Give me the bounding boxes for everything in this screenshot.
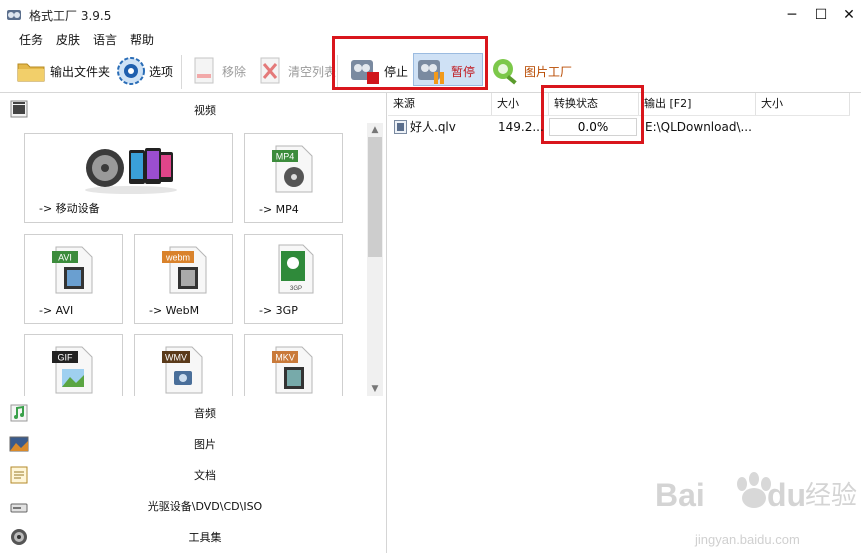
avi-badge: AVI bbox=[58, 253, 72, 263]
category-video-label: 视频 bbox=[194, 104, 216, 117]
wmv-file-icon: WMV bbox=[162, 346, 203, 394]
tile-3gp[interactable]: 3GP -> 3GP bbox=[244, 234, 343, 324]
mp4-file-icon: MP4 bbox=[272, 145, 313, 193]
3gp-badge: 3GP bbox=[290, 286, 302, 292]
category-tools[interactable]: 工具集 bbox=[0, 521, 386, 551]
tile-gif[interactable]: GIF bbox=[24, 334, 123, 396]
mobile-devices-icon bbox=[85, 148, 177, 194]
app-logo-icon bbox=[6, 7, 22, 23]
picture-factory-button[interactable] bbox=[490, 57, 520, 85]
wmv-badge: WMV bbox=[165, 353, 187, 363]
category-document-label: 文档 bbox=[194, 469, 216, 482]
column-output[interactable]: 输出 [F2] bbox=[639, 93, 756, 115]
tile-avi-label: -> AVI bbox=[39, 304, 74, 317]
stop-label[interactable]: 停止 bbox=[384, 63, 408, 80]
remove-document-icon bbox=[194, 57, 214, 84]
output-folder-label[interactable]: 输出文件夹 bbox=[50, 63, 110, 80]
baidu-watermark: Bai du 经验 jingyan.baidu.com bbox=[655, 458, 860, 548]
category-image-label: 图片 bbox=[194, 438, 216, 451]
webm-file-icon: webm bbox=[162, 246, 207, 294]
scroll-thumb[interactable] bbox=[368, 137, 382, 257]
options-button[interactable] bbox=[116, 56, 146, 86]
scroll-up-icon[interactable]: ▲ bbox=[367, 123, 383, 137]
column-source[interactable]: 来源 bbox=[388, 93, 492, 115]
tile-webm-label: -> WebM bbox=[149, 304, 200, 317]
tile-avi[interactable]: AVI -> AVI bbox=[24, 234, 123, 324]
options-gear-icon bbox=[117, 57, 145, 85]
menu-skin[interactable]: 皮肤 bbox=[56, 31, 80, 48]
svg-text:经验: 经验 bbox=[805, 481, 857, 511]
maximize-icon[interactable]: ☐ bbox=[806, 0, 836, 30]
picture-factory-icon bbox=[493, 59, 517, 85]
category-optical[interactable]: 光驱设备\DVD\CD\ISO bbox=[0, 490, 386, 520]
close-icon[interactable]: ✕ bbox=[834, 0, 861, 30]
format-grid: -> 移动设备 MP4 -> MP4 AVI -> AVI webm -> We… bbox=[0, 123, 367, 396]
gif-file-icon: GIF bbox=[52, 346, 93, 394]
folder-icon bbox=[17, 63, 45, 82]
tile-3gp-label: -> 3GP bbox=[259, 304, 298, 317]
clear-list-label[interactable]: 清空列表 bbox=[288, 63, 336, 80]
task-source: 好人.qlv bbox=[410, 120, 456, 134]
column-output-size[interactable]: 大小 bbox=[756, 93, 850, 115]
stop-button[interactable] bbox=[349, 54, 381, 86]
options-label[interactable]: 选项 bbox=[149, 63, 173, 80]
gif-badge: GIF bbox=[58, 353, 74, 363]
svg-text:du: du bbox=[767, 477, 806, 513]
tile-mkv[interactable]: MKV bbox=[244, 334, 343, 396]
pause-label[interactable]: 暂停 bbox=[451, 63, 475, 80]
window-title: 格式工厂 3.9.5 bbox=[29, 9, 112, 23]
clear-list-icon bbox=[260, 57, 280, 84]
tile-wmv[interactable]: WMV bbox=[134, 334, 233, 396]
category-audio-label: 音频 bbox=[194, 407, 216, 420]
category-audio[interactable]: 音频 bbox=[0, 397, 386, 427]
clear-list-button[interactable] bbox=[257, 56, 283, 86]
title-bar bbox=[0, 0, 861, 30]
tile-mobile-device[interactable]: -> 移动设备 bbox=[24, 133, 233, 223]
menu-task[interactable]: 任务 bbox=[19, 31, 43, 48]
scroll-down-icon[interactable]: ▼ bbox=[367, 382, 383, 396]
video-file-icon bbox=[394, 120, 407, 134]
mkv-file-icon: MKV bbox=[272, 346, 313, 394]
3gp-file-icon: 3GP bbox=[278, 244, 314, 294]
category-image[interactable]: 图片 bbox=[0, 428, 386, 458]
remove-label[interactable]: 移除 bbox=[222, 63, 246, 80]
menu-help[interactable]: 帮助 bbox=[130, 31, 154, 48]
tile-mp4-label: -> MP4 bbox=[259, 203, 299, 216]
category-video-header[interactable]: 视频 bbox=[0, 93, 386, 123]
avi-file-icon: AVI bbox=[52, 246, 93, 294]
toolbar-separator bbox=[181, 55, 182, 89]
task-size: 149.2... bbox=[498, 120, 544, 134]
tile-mp4[interactable]: MP4 -> MP4 bbox=[244, 133, 343, 223]
remove-button[interactable] bbox=[191, 56, 217, 86]
tile-webm[interactable]: webm -> WebM bbox=[134, 234, 233, 324]
category-document[interactable]: 文档 bbox=[0, 459, 386, 489]
pause-icon-wrap bbox=[416, 54, 448, 86]
category-optical-label: 光驱设备\DVD\CD\ISO bbox=[147, 500, 263, 513]
category-tools-label: 工具集 bbox=[188, 531, 222, 544]
output-folder-button[interactable] bbox=[16, 58, 46, 84]
svg-text:jingyan.baidu.com: jingyan.baidu.com bbox=[694, 532, 800, 547]
pause-icon bbox=[418, 60, 444, 84]
menu-language[interactable]: 语言 bbox=[93, 31, 117, 48]
minimize-icon[interactable]: ─ bbox=[777, 0, 807, 30]
baidu-watermark-logo: Bai du 经验 jingyan.baidu.com bbox=[655, 472, 857, 547]
mp4-badge: MP4 bbox=[276, 152, 295, 162]
tile-mobile-label: -> 移动设备 bbox=[39, 202, 100, 215]
task-output: E:\QLDownload\... bbox=[645, 120, 752, 134]
webm-badge: webm bbox=[165, 253, 190, 263]
task-status: 0.0% bbox=[549, 118, 637, 136]
picture-factory-label[interactable]: 图片工厂 bbox=[524, 63, 572, 80]
stop-icon bbox=[351, 60, 379, 84]
svg-text:Bai: Bai bbox=[655, 477, 705, 513]
mkv-badge: MKV bbox=[275, 353, 295, 363]
